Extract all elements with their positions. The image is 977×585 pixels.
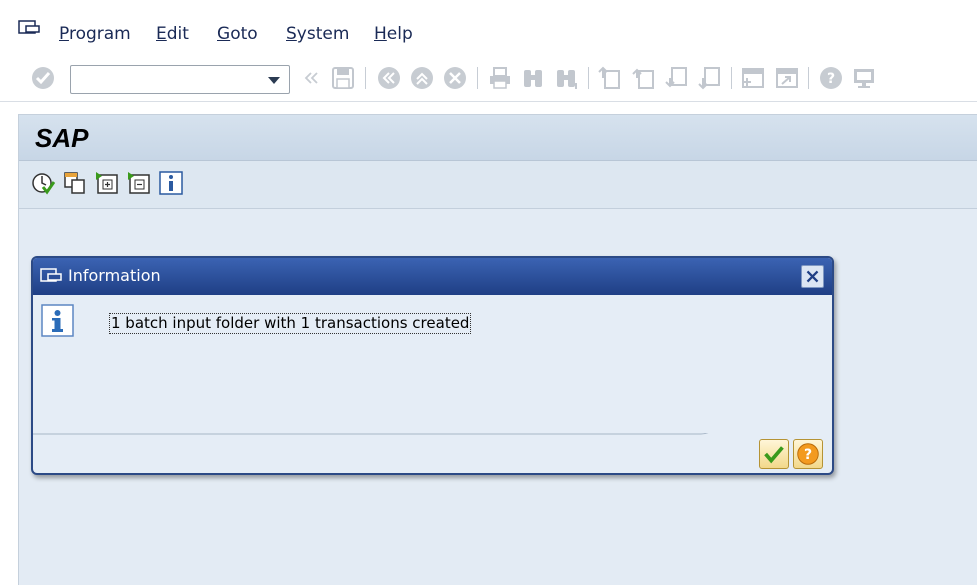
- toolbar-separator: [365, 67, 366, 89]
- customize-layout-icon[interactable]: [852, 66, 876, 90]
- menu-edit[interactable]: Edit: [156, 24, 189, 44]
- system-menu-icon[interactable]: [18, 20, 40, 36]
- information-icon: [41, 304, 74, 337]
- dialog-body: 1 batch input folder with 1 transactions…: [33, 295, 832, 434]
- chevron-down-icon[interactable]: [268, 77, 280, 84]
- back-nav-icon[interactable]: [299, 66, 323, 90]
- create-session-icon[interactable]: [741, 66, 765, 90]
- toolbar-separator: [808, 67, 809, 89]
- find-next-icon[interactable]: [554, 66, 578, 90]
- execute-icon[interactable]: [31, 171, 55, 195]
- page-title: SAP: [35, 123, 89, 153]
- toolbar-separator: [477, 67, 478, 89]
- dialog-message: 1 batch input folder with 1 transactions…: [109, 313, 472, 334]
- copy-icon[interactable]: [63, 171, 87, 195]
- first-page-icon[interactable]: [598, 66, 622, 90]
- toolbar-separator: [731, 67, 732, 89]
- print-icon[interactable]: [488, 66, 512, 90]
- back-icon[interactable]: [377, 66, 401, 90]
- screen-title-bar: SAP: [19, 115, 977, 161]
- next-page-icon[interactable]: [665, 66, 689, 90]
- dialog-header: Information: [33, 258, 832, 295]
- menu-system[interactable]: System: [286, 24, 349, 44]
- close-button[interactable]: [801, 265, 824, 288]
- shortcut-icon[interactable]: [775, 66, 799, 90]
- dialog-title: Information: [68, 266, 161, 285]
- application-toolbar: [19, 161, 977, 209]
- export-icon[interactable]: [127, 171, 151, 195]
- menu-bar: Program Edit Goto System Help: [0, 0, 977, 56]
- command-field[interactable]: [70, 65, 290, 94]
- continue-button[interactable]: [759, 439, 789, 469]
- toolbar-separator: [588, 67, 589, 89]
- find-icon[interactable]: [521, 66, 545, 90]
- save-icon[interactable]: [331, 66, 355, 90]
- footer-divider: [33, 433, 709, 435]
- svg-text:?: ?: [804, 447, 812, 463]
- info-icon[interactable]: [159, 171, 183, 195]
- dialog-footer: ?: [33, 433, 832, 473]
- import-icon[interactable]: [95, 171, 119, 195]
- help-button[interactable]: ?: [793, 439, 823, 469]
- cancel-icon[interactable]: [443, 66, 467, 90]
- svg-text:?: ?: [827, 71, 835, 87]
- menu-goto[interactable]: Goto: [217, 24, 258, 44]
- window-menu-icon[interactable]: [40, 267, 62, 285]
- menu-help[interactable]: Help: [374, 24, 413, 44]
- enter-icon[interactable]: [31, 66, 55, 90]
- menu-program[interactable]: Program: [59, 24, 131, 44]
- previous-page-icon[interactable]: [632, 66, 656, 90]
- help-icon[interactable]: ?: [819, 66, 843, 90]
- last-page-icon[interactable]: [698, 66, 722, 90]
- information-dialog: Information 1 batch input folder with 1 …: [31, 256, 834, 475]
- exit-icon[interactable]: [410, 66, 434, 90]
